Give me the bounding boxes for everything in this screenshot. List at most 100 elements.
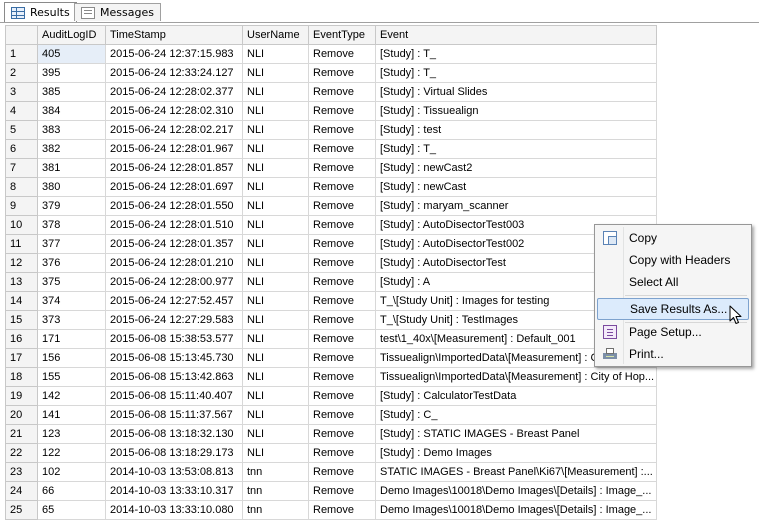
table-row[interactable]: 3 385 2015-06-24 12:28:02.377 NLI Remove [Stu… <box>5 82 657 102</box>
auditlogid-cell[interactable]: 380 <box>37 177 106 197</box>
row-number[interactable]: 14 <box>5 291 38 311</box>
auditlogid-cell[interactable]: 155 <box>37 367 106 387</box>
table-row[interactable]: 4 384 2015-06-24 12:28:02.310 NLI Remove [Stu… <box>5 101 657 121</box>
row-number[interactable]: 16 <box>5 329 38 349</box>
eventtype-cell[interactable]: Remove <box>308 348 376 368</box>
auditlogid-cell[interactable]: 405 <box>37 44 106 64</box>
eventtype-cell[interactable]: Remove <box>308 291 376 311</box>
event-cell[interactable]: [Study] : T_ <box>375 63 657 83</box>
eventtype-cell[interactable]: Remove <box>308 462 376 482</box>
row-number[interactable]: 12 <box>5 253 38 273</box>
row-number[interactable]: 3 <box>5 82 38 102</box>
table-row[interactable]: 15 373 2015-06-24 12:27:29.583 NLI Remove T_\… <box>5 310 657 330</box>
table-row[interactable]: 22 122 2015-06-08 13:18:29.173 NLI Remove [St… <box>5 443 657 463</box>
timestamp-cell[interactable]: 2015-06-24 12:27:29.583 <box>105 310 243 330</box>
timestamp-cell[interactable]: 2015-06-08 15:11:40.407 <box>105 386 243 406</box>
eventtype-cell[interactable]: Remove <box>308 44 376 64</box>
timestamp-cell[interactable]: 2015-06-08 15:13:45.730 <box>105 348 243 368</box>
row-number[interactable]: 23 <box>5 462 38 482</box>
username-cell[interactable]: NLI <box>242 253 309 273</box>
tab-results[interactable]: Results <box>4 2 77 22</box>
auditlogid-cell[interactable]: 378 <box>37 215 106 235</box>
eventtype-cell[interactable]: Remove <box>308 177 376 197</box>
eventtype-cell[interactable]: Remove <box>308 500 376 520</box>
table-row[interactable]: 9 379 2015-06-24 12:28:01.550 NLI Remove [Stu… <box>5 196 657 216</box>
eventtype-cell[interactable]: Remove <box>308 234 376 254</box>
auditlogid-cell[interactable]: 379 <box>37 196 106 216</box>
timestamp-cell[interactable]: 2014-10-03 13:53:08.813 <box>105 462 243 482</box>
eventtype-cell[interactable]: Remove <box>308 386 376 406</box>
auditlogid-cell[interactable]: 142 <box>37 386 106 406</box>
event-cell[interactable]: Tissuealign\ImportedData\[Measurement] :… <box>375 367 657 387</box>
table-row[interactable]: 17 156 2015-06-08 15:13:45.730 NLI Remove Tis… <box>5 348 657 368</box>
username-cell[interactable]: NLI <box>242 139 309 159</box>
username-cell[interactable]: NLI <box>242 386 309 406</box>
auditlogid-cell[interactable]: 123 <box>37 424 106 444</box>
username-cell[interactable]: NLI <box>242 82 309 102</box>
auditlogid-cell[interactable]: 382 <box>37 139 106 159</box>
event-cell[interactable]: [Study] : Virtual Slides <box>375 82 657 102</box>
table-row[interactable]: 16 171 2015-06-08 15:38:53.577 NLI Remove tes… <box>5 329 657 349</box>
timestamp-cell[interactable]: 2015-06-08 15:13:42.863 <box>105 367 243 387</box>
row-number[interactable]: 2 <box>5 63 38 83</box>
event-cell[interactable]: STATIC IMAGES - Breast Panel\Ki67\[Measu… <box>375 462 657 482</box>
row-number[interactable]: 10 <box>5 215 38 235</box>
timestamp-cell[interactable]: 2015-06-24 12:28:02.217 <box>105 120 243 140</box>
username-cell[interactable]: NLI <box>242 310 309 330</box>
auditlogid-cell[interactable]: 373 <box>37 310 106 330</box>
username-cell[interactable]: NLI <box>242 367 309 387</box>
row-number[interactable]: 1 <box>5 44 38 64</box>
eventtype-cell[interactable]: Remove <box>308 196 376 216</box>
table-row[interactable]: 24 66 2014-10-03 13:33:10.317 tnn Remove Demo… <box>5 481 657 501</box>
timestamp-cell[interactable]: 2015-06-08 15:38:53.577 <box>105 329 243 349</box>
eventtype-cell[interactable]: Remove <box>308 329 376 349</box>
event-cell[interactable]: Demo Images\10018\Demo Images\[Details] … <box>375 500 657 520</box>
menu-item-copy-with-headers[interactable]: Copy with Headers <box>597 249 749 271</box>
table-row[interactable]: 20 141 2015-06-08 15:11:37.567 NLI Remove [St… <box>5 405 657 425</box>
event-cell[interactable]: Demo Images\10018\Demo Images\[Details] … <box>375 481 657 501</box>
eventtype-cell[interactable]: Remove <box>308 310 376 330</box>
event-cell[interactable]: [Study] : C_ <box>375 405 657 425</box>
username-cell[interactable]: NLI <box>242 291 309 311</box>
table-row[interactable]: 23 102 2014-10-03 13:53:08.813 tnn Remove STA… <box>5 462 657 482</box>
username-cell[interactable]: NLI <box>242 348 309 368</box>
menu-item-page-setup[interactable]: Page Setup... <box>597 321 749 343</box>
timestamp-cell[interactable]: 2014-10-03 13:33:10.080 <box>105 500 243 520</box>
username-cell[interactable]: NLI <box>242 44 309 64</box>
row-number[interactable]: 21 <box>5 424 38 444</box>
table-row[interactable]: 19 142 2015-06-08 15:11:40.407 NLI Remove [St… <box>5 386 657 406</box>
row-number[interactable]: 8 <box>5 177 38 197</box>
username-cell[interactable]: tnn <box>242 500 309 520</box>
column-header-event[interactable]: Event <box>375 25 657 45</box>
event-cell[interactable]: [Study] : CalculatorTestData <box>375 386 657 406</box>
table-row[interactable]: 2 395 2015-06-24 12:33:24.127 NLI Remove [Stu… <box>5 63 657 83</box>
auditlogid-cell[interactable]: 383 <box>37 120 106 140</box>
timestamp-cell[interactable]: 2015-06-08 15:11:37.567 <box>105 405 243 425</box>
username-cell[interactable]: tnn <box>242 481 309 501</box>
timestamp-cell[interactable]: 2015-06-24 12:28:01.857 <box>105 158 243 178</box>
eventtype-cell[interactable]: Remove <box>308 158 376 178</box>
row-number[interactable]: 5 <box>5 120 38 140</box>
table-row[interactable]: 12 376 2015-06-24 12:28:01.210 NLI Remove [St… <box>5 253 657 273</box>
eventtype-cell[interactable]: Remove <box>308 63 376 83</box>
eventtype-cell[interactable]: Remove <box>308 272 376 292</box>
row-number[interactable]: 22 <box>5 443 38 463</box>
eventtype-cell[interactable]: Remove <box>308 481 376 501</box>
column-header-auditlogid[interactable]: AuditLogID <box>37 25 106 45</box>
event-cell[interactable]: [Study] : newCast <box>375 177 657 197</box>
event-cell[interactable]: [Study] : test <box>375 120 657 140</box>
eventtype-cell[interactable]: Remove <box>308 253 376 273</box>
timestamp-cell[interactable]: 2015-06-24 12:28:01.510 <box>105 215 243 235</box>
event-cell[interactable]: [Study] : STATIC IMAGES - Breast Panel <box>375 424 657 444</box>
eventtype-cell[interactable]: Remove <box>308 82 376 102</box>
row-number[interactable]: 20 <box>5 405 38 425</box>
table-row[interactable]: 11 377 2015-06-24 12:28:01.357 NLI Remove [St… <box>5 234 657 254</box>
tab-messages[interactable]: Messages <box>74 3 161 21</box>
table-row[interactable]: 6 382 2015-06-24 12:28:01.967 NLI Remove [Stu… <box>5 139 657 159</box>
table-row[interactable]: 18 155 2015-06-08 15:13:42.863 NLI Remove Tis… <box>5 367 657 387</box>
event-cell[interactable]: [Study] : T_ <box>375 139 657 159</box>
row-number[interactable]: 17 <box>5 348 38 368</box>
row-number[interactable]: 19 <box>5 386 38 406</box>
auditlogid-cell[interactable]: 381 <box>37 158 106 178</box>
event-cell[interactable]: [Study] : maryam_scanner <box>375 196 657 216</box>
